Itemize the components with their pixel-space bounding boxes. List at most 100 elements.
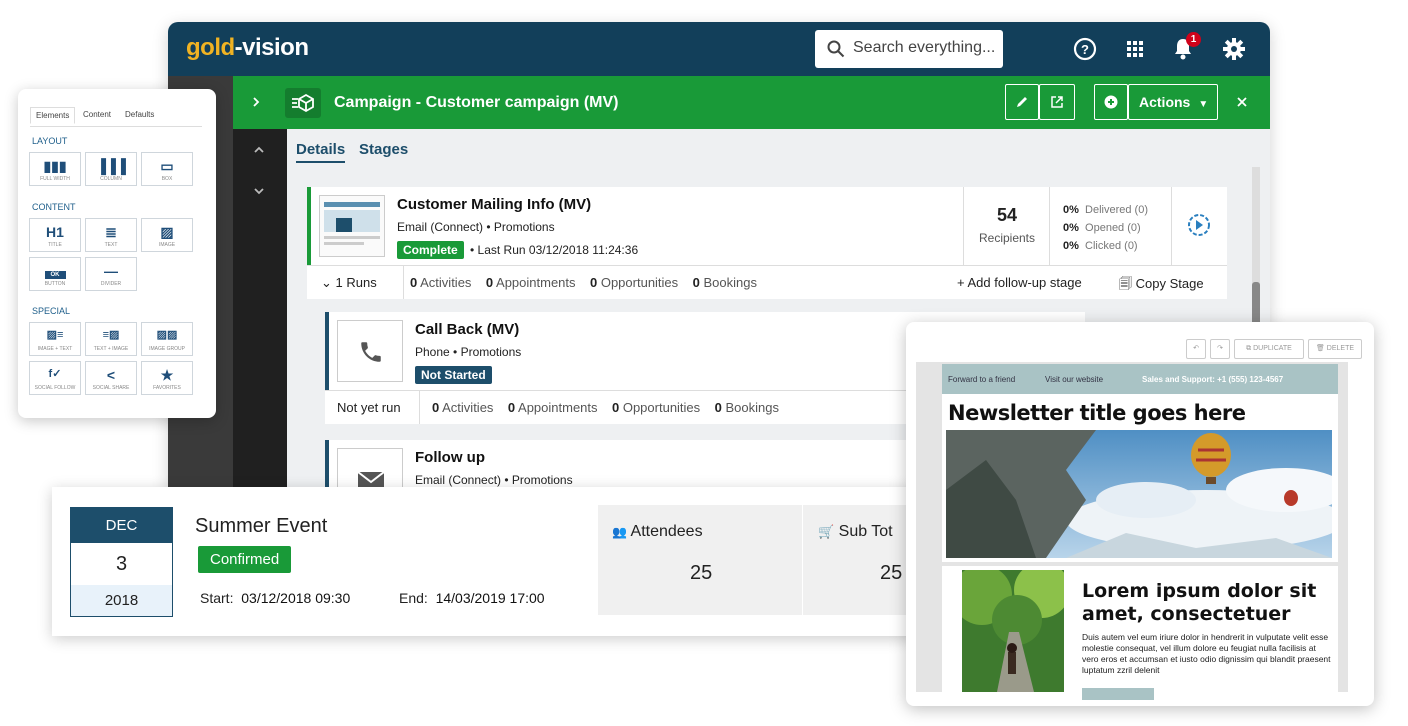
search-icon — [827, 40, 845, 58]
column-icon: ▐▐▐ — [96, 158, 126, 174]
add-followup-button[interactable]: + Add follow-up stage — [957, 275, 1082, 290]
event-title[interactable]: Summer Event — [195, 515, 327, 538]
actions-button[interactable]: Actions ▼ — [1128, 84, 1218, 120]
section-content: CONTENT — [32, 202, 76, 212]
pencil-icon — [1017, 97, 1027, 107]
chevron-down-icon[interactable] — [253, 186, 265, 196]
campaign-icon — [285, 88, 321, 118]
svg-text:?: ? — [1081, 42, 1089, 57]
delete-button[interactable]: 🗑 DELETE — [1308, 339, 1362, 359]
undo-button[interactable]: ↶ — [1186, 339, 1206, 359]
stage-subtitle: Email (Connect) • Promotions — [397, 220, 555, 234]
copy-icon: 🗐 — [1119, 276, 1132, 291]
button-icon: OK — [30, 263, 80, 279]
block-social-share[interactable]: < SOCIAL SHARE — [85, 361, 137, 395]
status-badge: Complete — [397, 241, 464, 259]
recipients-count: 54 — [996, 205, 1018, 225]
hero-image — [946, 430, 1332, 558]
image-icon: ▨ — [160, 224, 174, 240]
tab-defaults[interactable]: Defaults — [120, 107, 159, 122]
stage-subtitle: Phone • Promotions — [415, 345, 522, 359]
email-stats: 0% Delivered (0) 0% Opened (0) 0% Clicke… — [1063, 204, 1148, 252]
copy-stage-button[interactable]: 🗐 Copy Stage — [1119, 275, 1204, 297]
chevron-right-icon[interactable] — [251, 96, 261, 108]
content-button[interactable] — [1082, 688, 1154, 700]
chevron-down-icon: ⌄ — [321, 275, 332, 290]
search-placeholder: Search everything... — [853, 39, 996, 56]
section-layout: LAYOUT — [32, 136, 68, 146]
run-state: Not yet run — [337, 400, 401, 415]
play-circle-icon[interactable] — [1187, 213, 1211, 237]
box-icon: ▭ — [160, 158, 174, 174]
divider — [1171, 187, 1172, 265]
people-icon: 👥 — [612, 525, 627, 539]
block-box[interactable]: ▭ BOX — [141, 152, 193, 186]
top-bar: gold-vision Search everything... ? 1 — [168, 22, 1270, 76]
content-paragraph: Duis autem vel eum iriure dolor in hendr… — [1082, 632, 1331, 675]
stage-card-mailing[interactable]: Customer Mailing Info (MV) Email (Connec… — [307, 187, 1227, 265]
event-stats: 👥 Attendees 25 🛒 Sub Tot 25 — [598, 505, 922, 615]
divider — [1049, 187, 1050, 265]
plus-circle-icon — [1104, 95, 1118, 109]
block-image-text[interactable]: ▨≡ IMAGE + TEXT — [29, 322, 81, 356]
heading-icon: H1 — [46, 224, 64, 240]
email-thumbnail — [319, 195, 385, 257]
attendees-value: 25 — [690, 562, 713, 584]
block-column[interactable]: ▐▐▐ COLUMN — [85, 152, 137, 186]
stage-counts: 0 Activities 0 Appointments 0 Opportunit… — [432, 400, 779, 415]
block-text[interactable]: ≣ TEXT — [85, 218, 137, 252]
block-divider[interactable]: — DIVIDER — [85, 257, 137, 291]
tab-elements[interactable]: Elements — [30, 107, 76, 124]
newsletter-header-bar: Forward to a friend Visit our website Sa… — [942, 364, 1338, 394]
help-icon[interactable]: ? — [1072, 36, 1098, 62]
block-full-width[interactable]: ▮▮▮ FULL WIDTH — [29, 152, 81, 186]
section-special: SPECIAL — [32, 306, 71, 316]
redo-button[interactable]: ↷ — [1210, 339, 1230, 359]
event-end: End: 14/03/2019 17:00 — [399, 590, 545, 606]
newsletter-title[interactable]: Newsletter title goes here — [948, 401, 1246, 425]
open-external-button[interactable] — [1039, 84, 1075, 120]
gear-icon[interactable] — [1221, 36, 1247, 62]
tab-details[interactable]: Details — [296, 141, 346, 163]
email-thumbnail — [337, 448, 403, 492]
runs-toggle[interactable]: ⌄ 1 Runs — [321, 275, 377, 291]
content-heading[interactable]: Lorem ipsum dolor sit amet, consectetuer — [1082, 580, 1332, 626]
block-title[interactable]: H1 TITLE — [29, 218, 81, 252]
block-image[interactable]: ▨ IMAGE — [141, 218, 193, 252]
phone-icon — [361, 342, 381, 362]
text-lines-icon: ≣ — [105, 224, 117, 240]
event-card[interactable]: DEC 3 2018 Summer Event Confirmed Start:… — [52, 487, 922, 636]
status-badge: Confirmed — [198, 546, 292, 573]
block-text-image[interactable]: ≡▨ TEXT + IMAGE — [85, 322, 137, 356]
stage-title[interactable]: Follow up — [415, 449, 485, 466]
add-button[interactable] — [1094, 84, 1128, 120]
divider-icon: — — [104, 263, 118, 279]
search-input[interactable]: Search everything... — [815, 30, 1003, 68]
edit-button[interactable] — [1005, 84, 1039, 120]
block-social-follow[interactable]: f✓ SOCIAL FOLLOW — [29, 361, 81, 395]
email-editor-panel: Elements Content Defaults LAYOUT ▮▮▮ FULL… — [18, 89, 216, 418]
stage-title[interactable]: Call Back (MV) — [415, 321, 519, 338]
last-run: • Last Run 03/12/2018 11:24:36 — [470, 243, 639, 257]
park-image — [962, 570, 1064, 692]
chevron-up-icon[interactable] — [253, 145, 265, 155]
duplicate-button[interactable]: ⧉ DUPLICATE — [1234, 339, 1304, 359]
stage-title[interactable]: Customer Mailing Info (MV) — [397, 196, 591, 213]
block-image-group[interactable]: ▨▨ IMAGE GROUP — [141, 322, 193, 356]
apps-grid-icon[interactable] — [1122, 36, 1148, 62]
close-icon[interactable] — [1236, 96, 1248, 108]
undo-icon: ↶ — [1193, 345, 1199, 352]
tab-content[interactable]: Content — [78, 107, 116, 122]
image-group-icon: ▨▨ — [156, 329, 178, 341]
cart-icon: 🛒 — [818, 524, 835, 539]
block-favorites[interactable]: ★ FAVORITES — [141, 361, 193, 395]
stage-subtitle: Email (Connect) • Promotions — [415, 473, 573, 487]
event-start: Start: 03/12/2018 09:30 — [200, 590, 351, 606]
notification-badge: 1 — [1186, 32, 1201, 47]
subtotal-label: 🛒 Sub Tot — [818, 523, 893, 540]
tab-stages[interactable]: Stages — [359, 141, 408, 158]
subtotal-value: 25 — [880, 562, 903, 584]
gold-vision-logo[interactable]: gold-vision — [186, 34, 309, 62]
block-button[interactable]: OK BUTTON — [29, 257, 81, 291]
stage-counts: 0 Activities 0 Appointments 0 Opportunit… — [410, 275, 757, 290]
